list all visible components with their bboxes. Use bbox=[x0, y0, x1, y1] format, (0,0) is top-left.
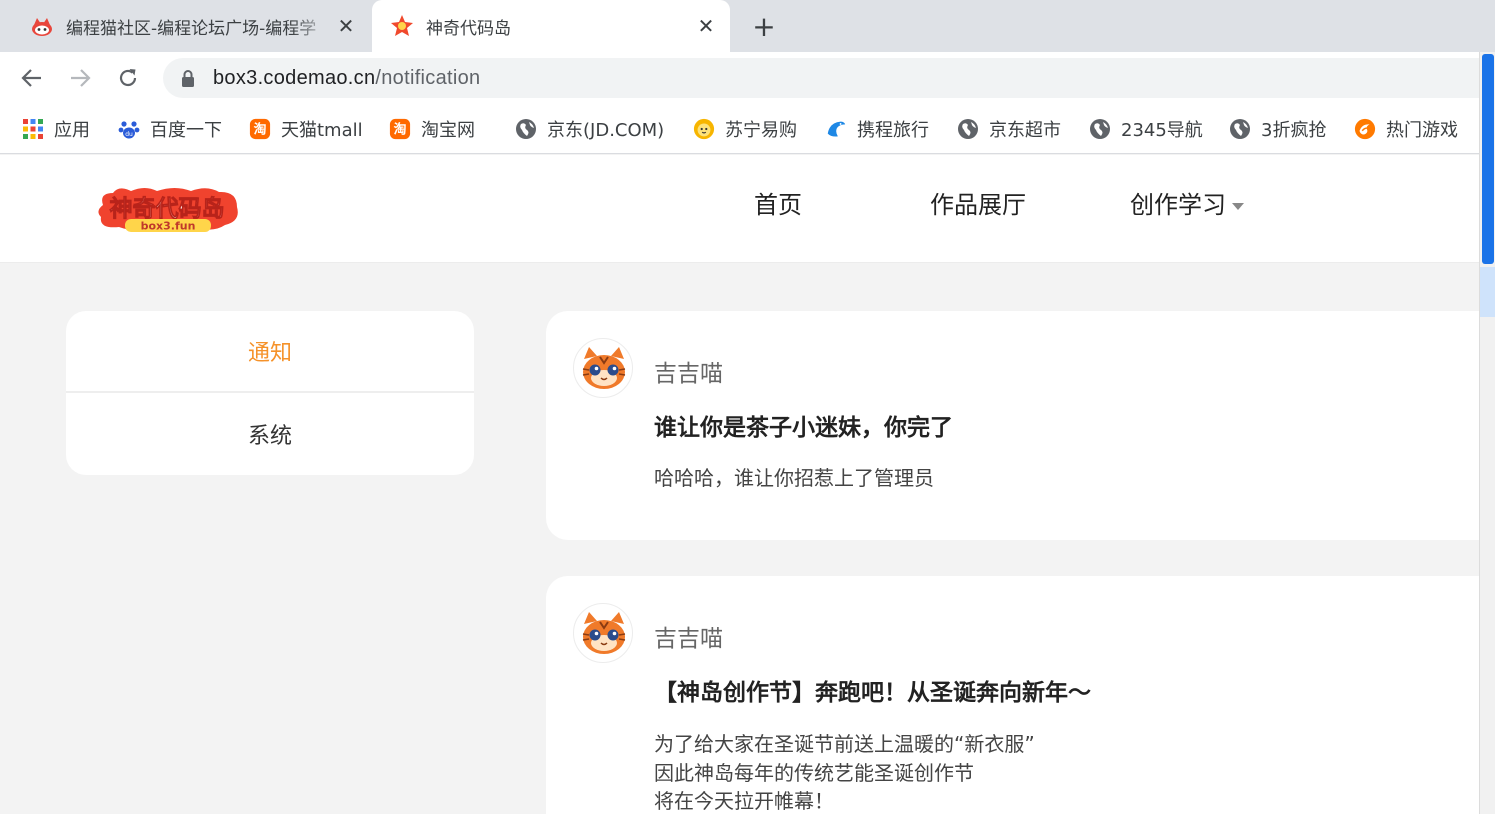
site-header: 神奇代码岛 box3.fun 首页 作品展厅 创作学习 bbox=[0, 155, 1480, 263]
notification-title: 谁让你是茶子小迷妹，你完了 bbox=[654, 415, 953, 441]
svg-text:淘: 淘 bbox=[254, 122, 267, 138]
suning-lion-icon bbox=[693, 118, 715, 140]
bookmark-label: 热门游戏 bbox=[1386, 120, 1458, 141]
avatar[interactable] bbox=[573, 603, 633, 663]
globe-icon bbox=[515, 118, 537, 140]
bookmark-label: 淘宝网 bbox=[421, 120, 475, 141]
bookmark-label: 应用 bbox=[54, 120, 90, 141]
caret-down-icon bbox=[1232, 202, 1244, 210]
nav-learn-dropdown[interactable]: 创作学习 bbox=[1130, 185, 1244, 220]
page-scrollbar[interactable] bbox=[1479, 52, 1495, 814]
lock-icon[interactable] bbox=[179, 69, 197, 87]
bookmark-ctrip[interactable]: 携程旅行 bbox=[825, 114, 929, 144]
address-bar[interactable]: box3.codemao.cn/notification bbox=[163, 58, 1495, 98]
tab-title: 神奇代码岛 bbox=[426, 18, 511, 39]
bookmark-label: 苏宁易购 bbox=[725, 120, 797, 141]
bookmark-apps[interactable]: 应用 bbox=[22, 114, 90, 144]
bookmark-jd-supermarket[interactable]: 京东超市 bbox=[957, 114, 1061, 144]
notification-author[interactable]: 吉吉喵 bbox=[654, 354, 723, 388]
tiger-cat-avatar-icon bbox=[582, 612, 626, 654]
close-tab-icon[interactable]: ✕ bbox=[332, 12, 360, 40]
tiger-cat-avatar-icon bbox=[582, 347, 626, 389]
scrollbar-track bbox=[1480, 267, 1495, 317]
notification-body-line: 哈哈哈，谁让你招惹上了管理员 bbox=[654, 466, 934, 490]
game-flame-icon bbox=[1354, 118, 1376, 140]
bookmark-taobao[interactable]: 淘 淘宝网 bbox=[389, 114, 475, 144]
notification-title: 【神岛创作节】奔跑吧！从圣诞奔向新年～ bbox=[654, 680, 1091, 706]
bookmark-label: 京东(JD.COM) bbox=[547, 120, 665, 141]
bookmark-label: 京东超市 bbox=[989, 120, 1061, 141]
notification-body-line: 将在今天拉开帷幕！ bbox=[654, 789, 834, 813]
tab-title: 编程猫社区-编程论坛广场-编程学 bbox=[66, 18, 317, 39]
bookmark-label: 天猫tmall bbox=[281, 120, 363, 141]
notification-sidebar: 通知 系统 bbox=[66, 311, 474, 475]
close-tab-icon[interactable]: ✕ bbox=[692, 12, 720, 40]
bookmark-games[interactable]: 热门游戏 bbox=[1354, 114, 1458, 144]
taobao-icon: 淘 bbox=[249, 118, 271, 140]
bookmark-jd[interactable]: 京东(JD.COM) bbox=[515, 114, 664, 144]
bookmark-label: 3折疯抢 bbox=[1261, 120, 1327, 141]
ctrip-dolphin-icon bbox=[825, 118, 847, 140]
browser-tab-codemao[interactable]: 编程猫社区-编程论坛广场-编程学 ✕ bbox=[0, 0, 370, 52]
bookmark-3zhe[interactable]: 3折疯抢 bbox=[1229, 114, 1326, 144]
nav-home[interactable]: 首页 bbox=[754, 185, 802, 220]
box3-favicon-icon bbox=[390, 14, 414, 38]
sidebar-item-notice[interactable]: 通知 bbox=[66, 311, 474, 393]
notification-card: 吉吉喵 谁让你是茶子小迷妹，你完了 哈哈哈，谁让你招惹上了管理员 bbox=[546, 311, 1486, 540]
globe-icon bbox=[1229, 118, 1251, 140]
svg-text:du: du bbox=[125, 131, 133, 138]
logo-text: 神奇代码岛 bbox=[110, 195, 225, 222]
taobao-icon: 淘 bbox=[389, 118, 411, 140]
avatar[interactable] bbox=[573, 338, 633, 398]
url-host: box3.codemao.cn bbox=[213, 66, 376, 89]
baidu-paw-icon: du bbox=[118, 118, 140, 140]
bookmark-label: 百度一下 bbox=[150, 120, 222, 141]
bookmark-tmall[interactable]: 淘 天猫tmall bbox=[249, 114, 363, 144]
svg-text:淘: 淘 bbox=[394, 122, 407, 138]
scrollbar-thumb[interactable] bbox=[1482, 54, 1494, 264]
browser-tab-strip: 编程猫社区-编程论坛广场-编程学 ✕ 神奇代码岛 ✕ + bbox=[0, 0, 1495, 52]
globe-icon bbox=[957, 118, 979, 140]
bookmark-baidu[interactable]: du 百度一下 bbox=[118, 114, 222, 144]
browser-toolbar: box3.codemao.cn/notification bbox=[0, 52, 1495, 104]
url-path: /notification bbox=[375, 66, 481, 89]
notification-card: 吉吉喵 【神岛创作节】奔跑吧！从圣诞奔向新年～ 为了给大家在圣诞节前送上温暖的“… bbox=[546, 576, 1486, 814]
bookmark-label: 2345导航 bbox=[1121, 120, 1203, 141]
forward-arrow-icon[interactable] bbox=[62, 60, 98, 96]
nav-gallery[interactable]: 作品展厅 bbox=[930, 185, 1026, 220]
sidebar-item-system[interactable]: 系统 bbox=[66, 393, 474, 475]
new-tab-button[interactable]: + bbox=[748, 10, 780, 43]
site-logo[interactable]: 神奇代码岛 box3.fun bbox=[95, 183, 241, 235]
notification-body-line: 因此神岛每年的传统艺能圣诞创作节 bbox=[654, 760, 974, 785]
notification-author[interactable]: 吉吉喵 bbox=[654, 619, 723, 653]
logo-subtext: box3.fun bbox=[141, 220, 196, 233]
globe-icon bbox=[1089, 118, 1111, 140]
apps-grid-icon bbox=[22, 118, 44, 140]
bookmark-label: 携程旅行 bbox=[857, 120, 929, 141]
browser-tab-box3[interactable]: 神奇代码岛 ✕ bbox=[372, 0, 730, 52]
url-text: box3.codemao.cn/notification bbox=[213, 67, 480, 90]
notification-body-line: 为了给大家在圣诞节前送上温暖的“新衣服” bbox=[654, 732, 1035, 756]
codemao-favicon-icon bbox=[30, 14, 54, 38]
bookmarks-bar: 应用 du 百度一下 淘 天猫tmall 淘 淘宝网 京东(JD.COM) 苏宁… bbox=[0, 104, 1495, 154]
bookmark-2345[interactable]: 2345导航 bbox=[1089, 114, 1203, 144]
reload-icon[interactable] bbox=[110, 60, 146, 96]
nav-learn-label: 创作学习 bbox=[1130, 191, 1226, 219]
notification-body: 哈哈哈，谁让你招惹上了管理员 bbox=[654, 464, 934, 493]
bookmark-suning[interactable]: 苏宁易购 bbox=[693, 114, 797, 144]
back-arrow-icon[interactable] bbox=[14, 60, 50, 96]
notification-body: 为了给大家在圣诞节前送上温暖的“新衣服” 因此神岛每年的传统艺能圣诞创作节 将在… bbox=[654, 730, 1035, 814]
